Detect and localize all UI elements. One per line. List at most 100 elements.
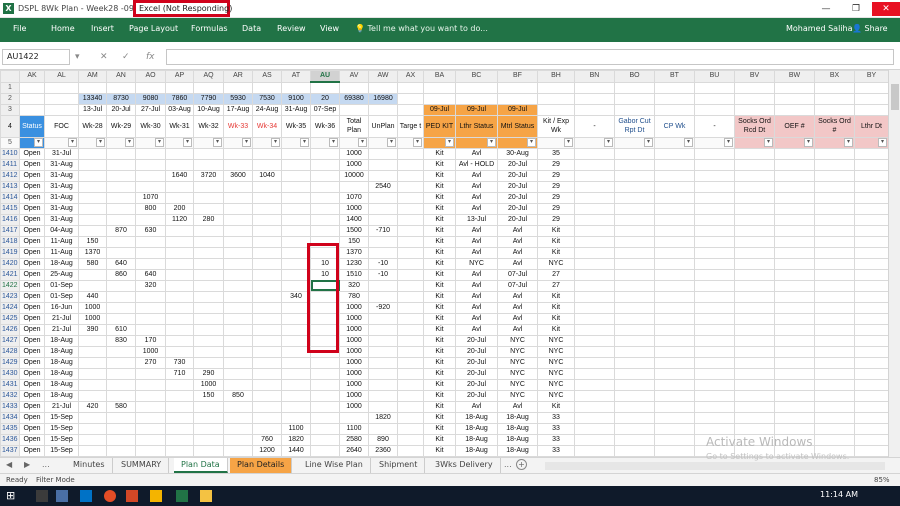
cell-BY[interactable] [854,312,888,325]
cell-BF[interactable]: Avl [497,246,538,259]
cell-AM[interactable]: 150 [78,235,107,248]
cell-AN[interactable] [106,312,136,325]
header-BH[interactable]: Kit / Exp Wk [537,114,575,138]
cell-AU[interactable] [310,246,340,259]
cell-BC[interactable]: Avl [455,301,498,314]
cell-AK[interactable] [19,103,45,116]
filter-dropdown-AL[interactable] [44,136,79,149]
cell-BN[interactable] [574,400,615,413]
cell-AQ[interactable] [193,323,224,336]
cell-AS[interactable] [252,334,282,347]
cell-BY[interactable] [854,411,888,424]
cell-AM[interactable] [78,433,107,446]
cell-BF[interactable]: NYC [497,345,538,358]
cell-AN[interactable] [106,433,136,446]
cell-AS[interactable] [252,400,282,413]
cell-BC[interactable]: NYC [455,257,498,270]
column-header-BY[interactable]: BY [854,70,888,83]
header-AO[interactable]: Wk-30 [135,114,166,138]
cell-BW[interactable] [774,411,815,424]
cell-AP[interactable] [165,158,194,171]
cell-BY[interactable] [854,301,888,314]
cell-AV[interactable]: 1000 [339,356,369,369]
cell-BO[interactable] [614,411,655,424]
cell-AR[interactable] [223,180,253,193]
cell-BO[interactable] [614,257,655,270]
cell-AN[interactable] [106,213,136,226]
cell-AR[interactable] [223,81,253,94]
cell-BN[interactable] [574,301,615,314]
cell-BU[interactable] [694,235,735,248]
cell-AK[interactable]: Open [19,411,45,424]
cell-AL[interactable]: 21-Jul [44,400,79,413]
cell-BV[interactable] [734,169,775,182]
cell-BV[interactable] [734,92,775,105]
cell-BT[interactable] [654,356,695,369]
cell-AT[interactable] [281,246,311,259]
filter-dropdown-AT[interactable] [281,136,311,149]
cell-BU[interactable] [694,301,735,314]
header-AM[interactable]: Wk-28 [78,114,107,138]
cell-BN[interactable] [574,180,615,193]
column-header-AX[interactable]: AX [397,70,424,83]
tab-data[interactable]: Data [242,24,261,33]
cell-BA[interactable]: Kit [423,257,456,270]
cell-BN[interactable] [574,213,615,226]
cell-BA[interactable]: Kit [423,169,456,182]
cell-BH[interactable]: NYC [537,389,575,402]
cell-BN[interactable] [574,224,615,237]
cell-AW[interactable] [368,169,398,182]
cell-BU[interactable] [694,224,735,237]
row-number[interactable]: 1429 [0,356,20,369]
cell-AQ[interactable] [193,202,224,215]
cell-AU[interactable] [310,213,340,226]
cell-BH[interactable]: 29 [537,169,575,182]
cell-BU[interactable] [694,323,735,336]
cell-BY[interactable] [854,334,888,347]
cell-BU[interactable] [694,180,735,193]
cell-AP[interactable] [165,191,194,204]
cell-AR[interactable] [223,367,253,380]
cell-AV[interactable]: 780 [339,290,369,303]
cell-AU[interactable] [310,81,340,94]
cell-BO[interactable] [614,334,655,347]
cell-BH[interactable]: Kit [537,290,575,303]
cell-AL[interactable]: 11-Aug [44,246,79,259]
cell-BX[interactable] [814,422,855,435]
cell-AU[interactable] [310,191,340,204]
cell-BA[interactable] [423,81,456,94]
cell-BX[interactable] [814,312,855,325]
cell-AX[interactable] [397,213,424,226]
cell-AX[interactable] [397,191,424,204]
minimize-icon[interactable]: — [812,2,840,16]
cell-AS[interactable] [252,257,282,270]
column-header-BO[interactable]: BO [614,70,655,83]
cell-AR[interactable] [223,323,253,336]
cell-BF[interactable]: Avl [497,257,538,270]
cell-BN[interactable] [574,92,615,105]
cell-AK[interactable]: Open [19,422,45,435]
cell-AK[interactable]: Open [19,257,45,270]
cell-AS[interactable] [252,356,282,369]
cell-BX[interactable] [814,268,855,281]
cell-BO[interactable] [614,213,655,226]
cell-AR[interactable] [223,345,253,358]
cell-BU[interactable] [694,356,735,369]
cell-AO[interactable] [135,180,166,193]
cell-AN[interactable]: 610 [106,323,136,336]
cell-BT[interactable] [654,92,695,105]
cell-AM[interactable]: 420 [78,400,107,413]
cell-BF[interactable]: 18-Aug [497,422,538,435]
filter-dropdown-AQ[interactable] [193,136,224,149]
cell-BF[interactable] [497,81,538,94]
cell-BV[interactable] [734,356,775,369]
cell-BF[interactable]: 20-Jul [497,180,538,193]
cell-AO[interactable] [135,147,166,160]
cell-AM[interactable] [78,158,107,171]
tab-formulas[interactable]: Formulas [191,24,228,33]
column-header-AU[interactable]: AU [310,70,340,83]
row-number[interactable]: 1434 [0,411,20,424]
cell-BN[interactable] [574,279,615,292]
row-number[interactable]: 1437 [0,444,20,457]
cell-BO[interactable] [614,92,655,105]
